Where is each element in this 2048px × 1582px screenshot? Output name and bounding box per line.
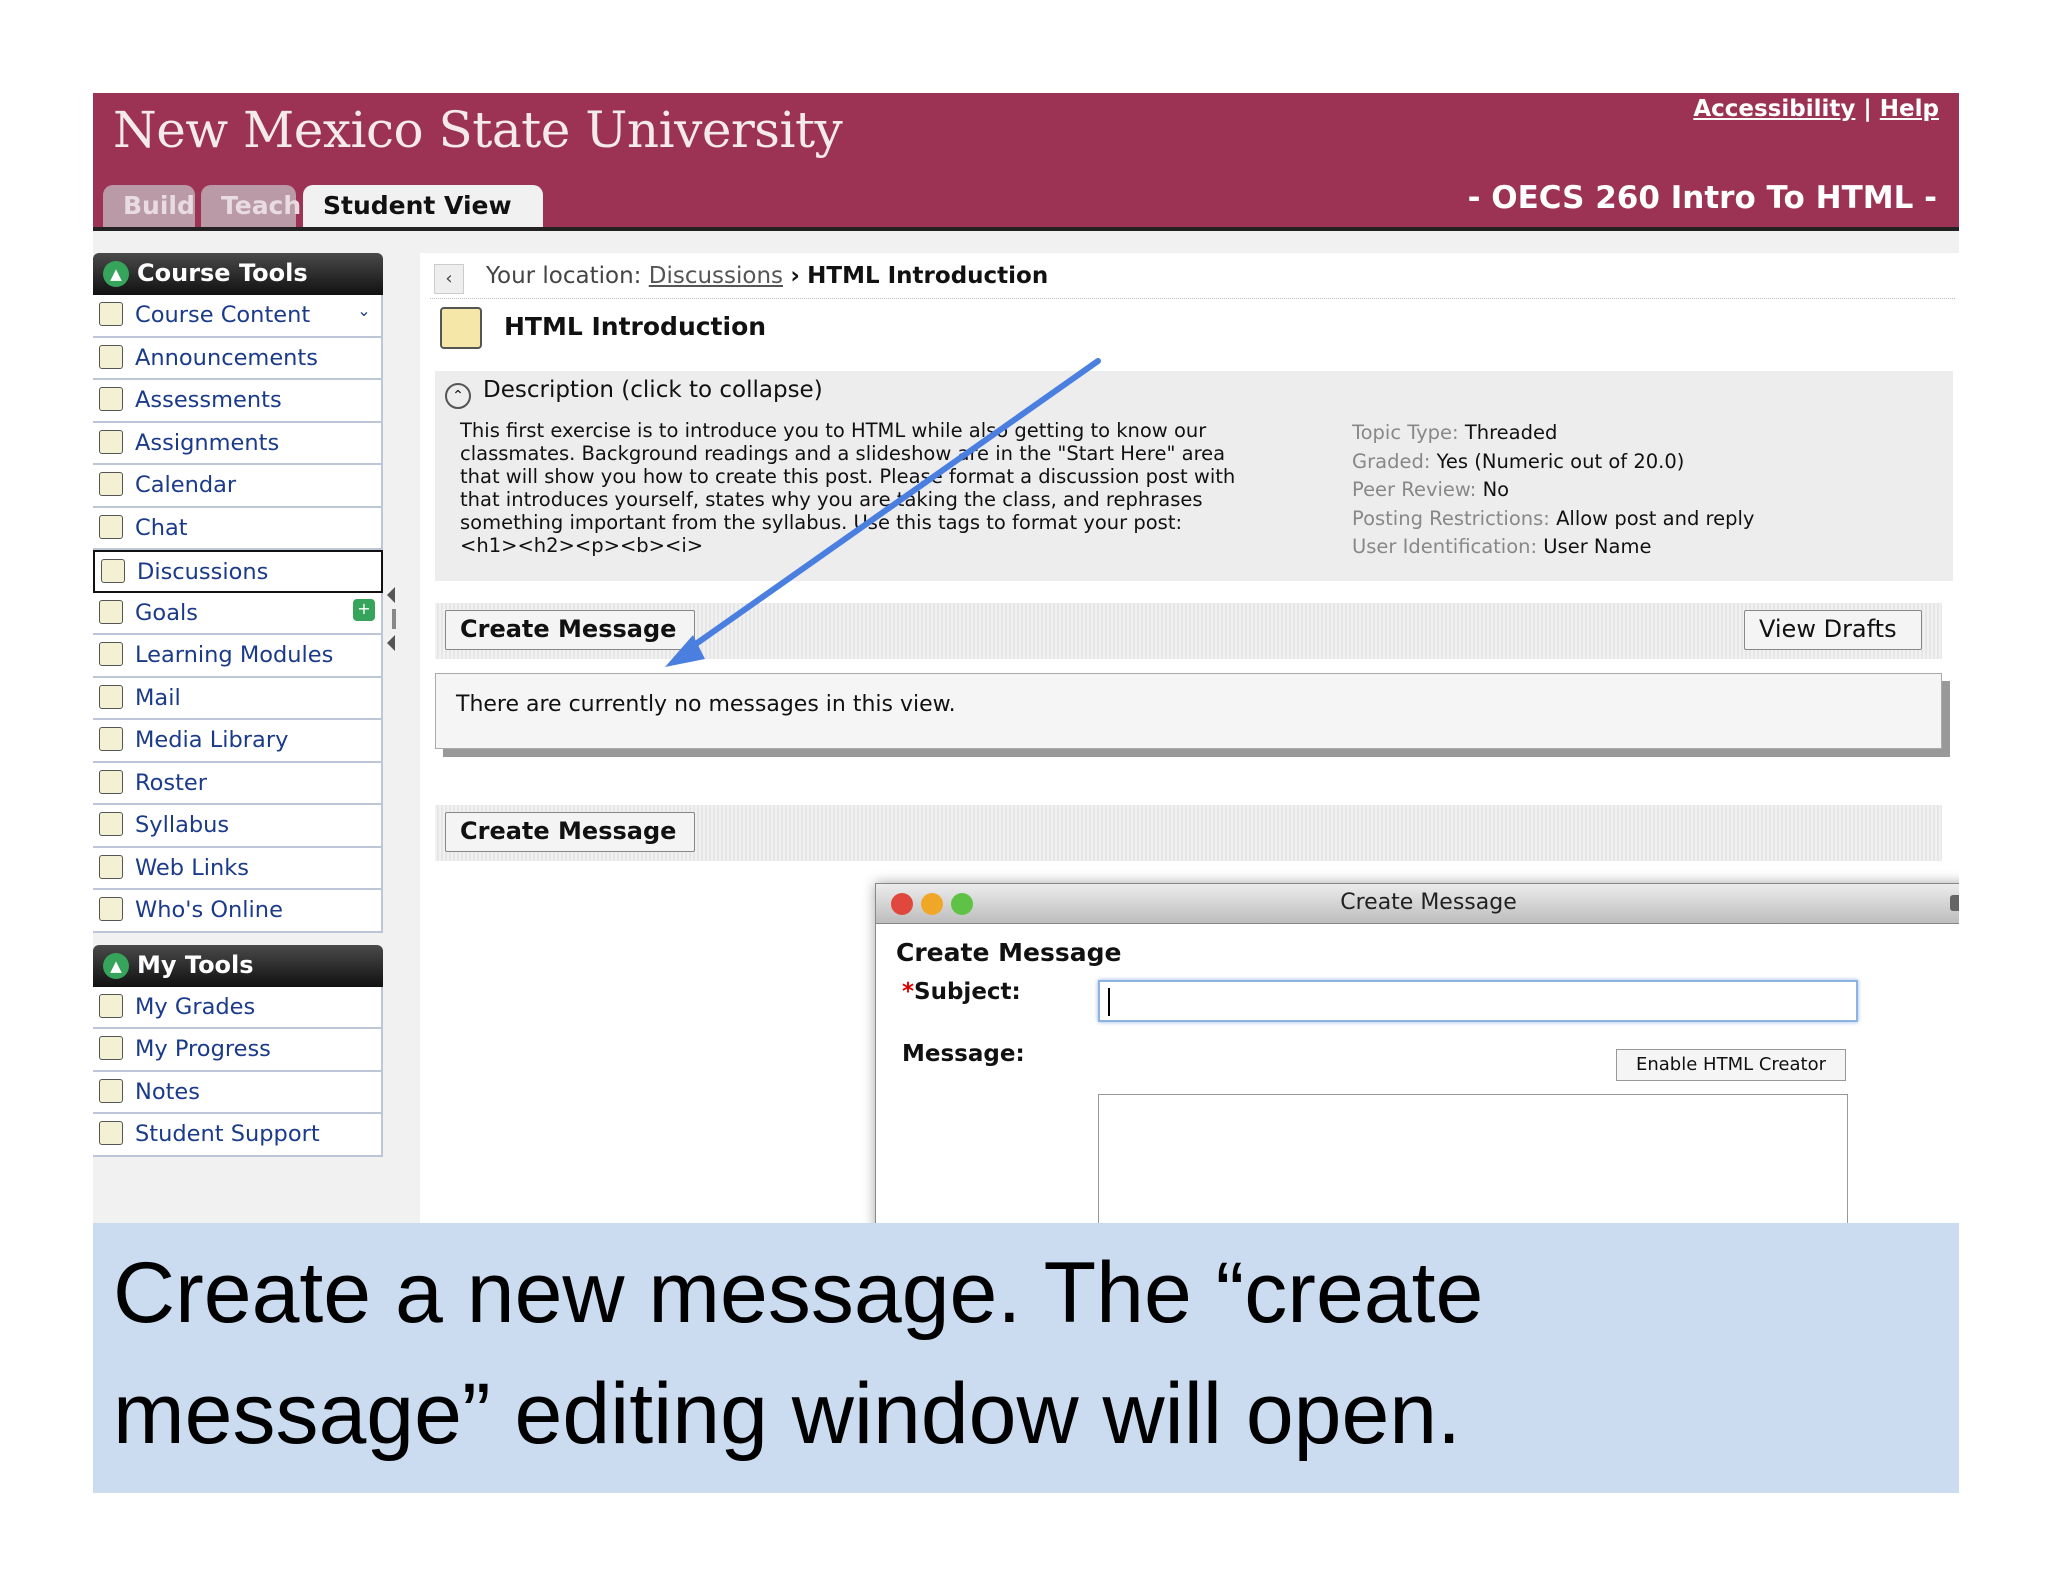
caption-line-2: message” editing window will open. bbox=[113, 1366, 1462, 1462]
lms-screenshot: New Mexico State University Accessibilit… bbox=[93, 93, 1959, 1223]
slide-caption: Create a new message. The “create messag… bbox=[93, 1223, 1959, 1493]
annotation-arrow bbox=[665, 358, 1101, 667]
caption-line-1: Create a new message. The “create bbox=[113, 1245, 1484, 1341]
